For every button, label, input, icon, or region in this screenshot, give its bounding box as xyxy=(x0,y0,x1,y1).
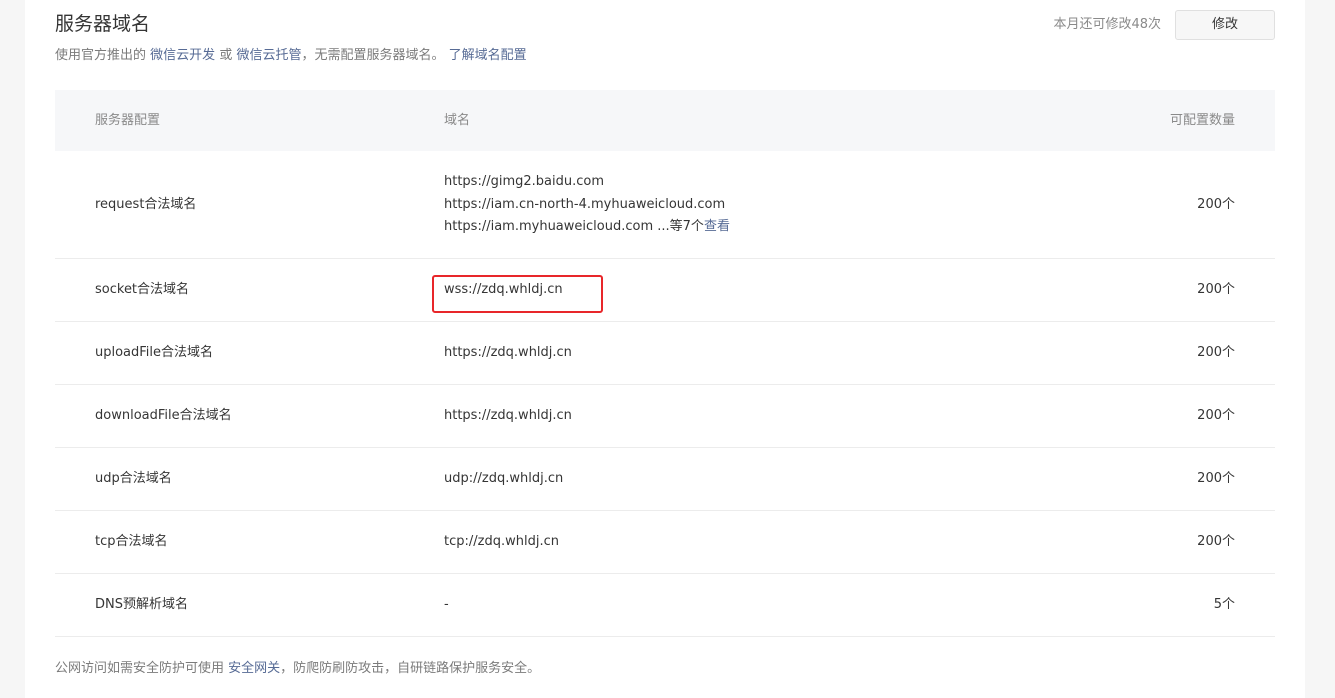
domain-item: https://iam.myhuaweicloud.com xyxy=(444,219,654,234)
subtitle-or: 或 xyxy=(219,48,233,63)
security-gateway-link[interactable]: 安全网关 xyxy=(228,661,280,676)
row-domain-list: https://gimg2.baidu.com https://iam.cn-n… xyxy=(444,171,730,239)
row-domain: - xyxy=(444,597,449,612)
column-header-domain: 域名 xyxy=(444,113,471,128)
domain-item-last: https://iam.myhuaweicloud.com ...等7个查看 xyxy=(444,216,730,239)
table-row-downloadfile: downloadFile合法域名 https://zdq.whldj.cn 20… xyxy=(55,385,1275,448)
server-domain-panel: 服务器域名 使用官方推出的 微信云开发 或 微信云托管，无需配置服务器域名。 了… xyxy=(25,0,1305,698)
page-subtitle: 使用官方推出的 微信云开发 或 微信云托管，无需配置服务器域名。 了解域名配置 xyxy=(55,46,527,66)
domain-table: 服务器配置 域名 可配置数量 request合法域名 https://gimg2… xyxy=(55,90,1275,637)
row-config-label: downloadFile合法域名 xyxy=(95,408,232,423)
row-config-label: tcp合法域名 xyxy=(95,534,168,549)
security-gateway-note: 公网访问如需安全防护可使用 安全网关，防爬防刷防攻击，自研链路保护服务安全。 xyxy=(55,659,540,679)
row-config-label: uploadFile合法域名 xyxy=(95,345,214,360)
row-config-label: request合法域名 xyxy=(95,196,197,212)
subtitle-suffix: ，无需配置服务器域名。 xyxy=(301,48,445,63)
more-domains-text: ...等7个 xyxy=(657,219,704,234)
cloud-dev-link[interactable]: 微信云开发 xyxy=(150,48,215,63)
row-count: 200个 xyxy=(1197,196,1235,212)
row-domain: tcp://zdq.whldj.cn xyxy=(444,534,559,549)
row-count: 200个 xyxy=(1197,282,1235,297)
footer-suffix: ，防爬防刷防攻击，自研链路保护服务安全。 xyxy=(280,661,541,676)
row-config-label: socket合法域名 xyxy=(95,282,190,297)
row-count: 200个 xyxy=(1197,471,1235,486)
column-header-config: 服务器配置 xyxy=(95,113,161,128)
row-domain: udp://zdq.whldj.cn xyxy=(444,471,564,486)
row-count: 200个 xyxy=(1197,408,1235,423)
row-config-label: udp合法域名 xyxy=(95,471,172,486)
page-title: 服务器域名 xyxy=(55,13,151,35)
domain-item: https://gimg2.baidu.com xyxy=(444,174,604,189)
table-row-udp: udp合法域名 udp://zdq.whldj.cn 200个 xyxy=(55,448,1275,511)
subtitle-prefix: 使用官方推出的 xyxy=(55,48,147,63)
row-config-label: DNS预解析域名 xyxy=(95,597,188,612)
row-count: 200个 xyxy=(1197,534,1235,549)
learn-domain-config-link[interactable]: 了解域名配置 xyxy=(449,48,527,63)
footer-prefix: 公网访问如需安全防护可使用 xyxy=(55,661,225,676)
row-count: 5个 xyxy=(1213,597,1235,612)
table-row-dns: DNS预解析域名 - 5个 xyxy=(55,574,1275,637)
table-row-tcp: tcp合法域名 tcp://zdq.whldj.cn 200个 xyxy=(55,511,1275,574)
edit-button[interactable]: 修改 xyxy=(1175,10,1275,40)
table-header: 服务器配置 域名 可配置数量 xyxy=(55,90,1275,151)
row-domain: https://zdq.whldj.cn xyxy=(444,345,572,360)
cloud-hosting-link[interactable]: 微信云托管 xyxy=(236,48,301,63)
row-domain: https://zdq.whldj.cn xyxy=(444,408,572,423)
highlight-box xyxy=(432,275,603,313)
modify-quota-text: 本月还可修改48次 xyxy=(1053,17,1161,32)
table-row-socket: socket合法域名 wss://zdq.whldj.cn 200个 xyxy=(55,259,1275,322)
row-count: 200个 xyxy=(1197,345,1235,360)
table-row-request: request合法域名 https://gimg2.baidu.com http… xyxy=(55,151,1275,259)
view-domains-link[interactable]: 查看 xyxy=(704,219,730,234)
table-row-uploadfile: uploadFile合法域名 https://zdq.whldj.cn 200个 xyxy=(55,322,1275,385)
column-header-count: 可配置数量 xyxy=(1169,113,1235,128)
domain-item: https://iam.cn-north-4.myhuaweicloud.com xyxy=(444,196,726,212)
